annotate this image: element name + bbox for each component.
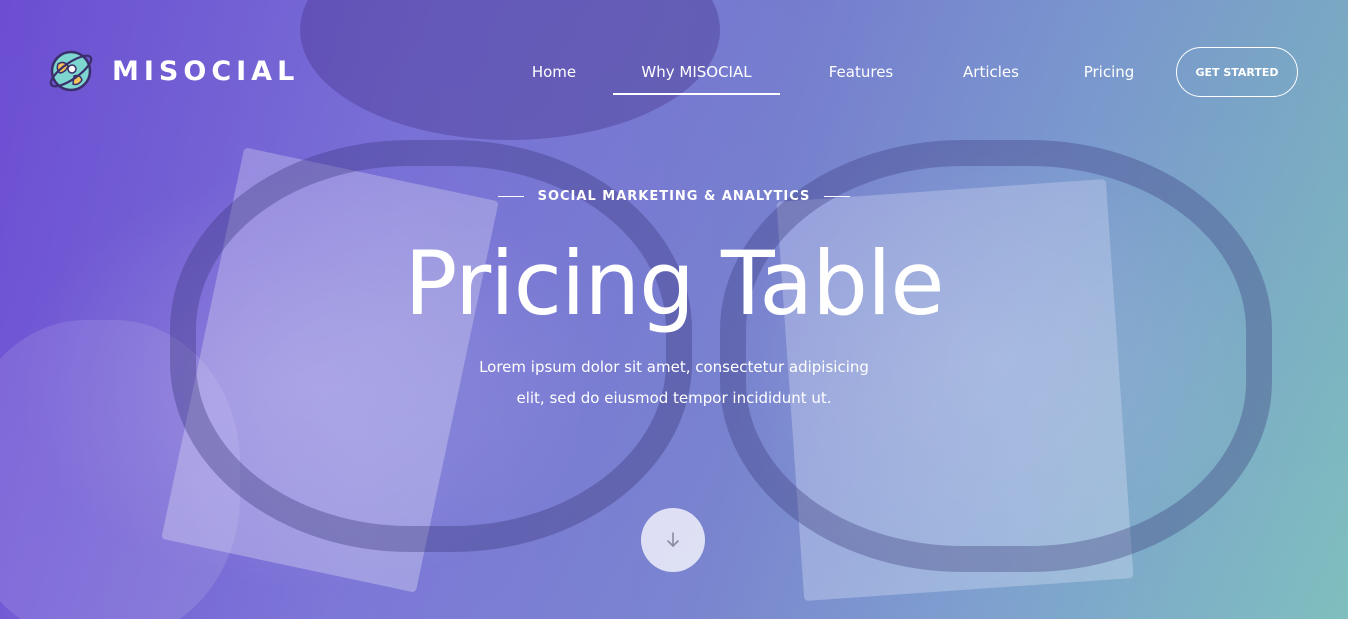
globe-rocket-icon [49, 50, 93, 92]
page-title: Pricing Table [404, 232, 944, 335]
main-nav: Home Why MISOCIAL Features Articles Pric… [505, 48, 1154, 96]
brand-name: MISOCIAL [112, 55, 300, 87]
kicker-divider [824, 196, 851, 197]
scroll-down-button[interactable] [641, 508, 705, 572]
hero-kicker: SOCIAL MARKETING & ANALYTICS [0, 189, 1348, 204]
nav-item-home[interactable]: Home [505, 48, 603, 96]
nav-item-features[interactable]: Features [806, 48, 916, 96]
hero-subtitle: Lorem ipsum dolor sit amet, consectetur … [479, 358, 869, 407]
nav-item-why-misocial[interactable]: Why MISOCIAL [613, 48, 780, 96]
brand-logo-link[interactable]: MISOCIAL [46, 46, 299, 96]
get-started-button[interactable]: GET STARTED [1176, 47, 1298, 97]
kicker-divider [497, 196, 524, 197]
nav-item-pricing[interactable]: Pricing [1064, 48, 1154, 96]
arrow-down-icon [667, 532, 679, 547]
nav-item-articles[interactable]: Articles [941, 48, 1041, 96]
kicker-text: SOCIAL MARKETING & ANALYTICS [537, 189, 811, 204]
